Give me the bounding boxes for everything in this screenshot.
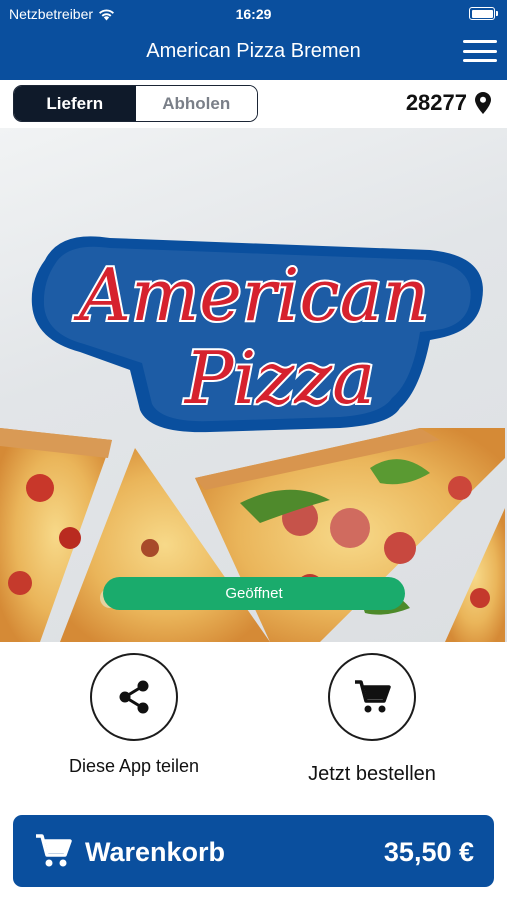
status-badge[interactable]: Geöffnet [103, 577, 405, 610]
location-selector[interactable]: 28277 [406, 90, 491, 116]
top-bar: Netzbetreiber 16:29 American Pizza Breme… [0, 0, 507, 80]
share-icon [119, 680, 149, 714]
tab-abholen[interactable]: Abholen [135, 86, 257, 121]
logo-line2: Pizza [183, 336, 375, 420]
battery-icon [469, 7, 498, 20]
order-button[interactable] [328, 653, 416, 741]
status-bar: Netzbetreiber 16:29 [0, 0, 507, 28]
cart-total: 35,50 € [383, 837, 474, 867]
zip-code: 28277 [405, 90, 467, 115]
status-time: 16:29 [235, 6, 272, 22]
order-label: Jetzt bestellen [308, 763, 436, 785]
tab-liefern[interactable]: Liefern [14, 86, 136, 121]
share-button[interactable] [90, 653, 178, 741]
order-now-action: Jetzt bestellen [308, 653, 436, 785]
cart-bar[interactable]: Warenkorb 35,50 € [13, 815, 494, 887]
cart-label: Warenkorb [85, 837, 226, 867]
hero-image: American Pizza Geöffnet [0, 128, 507, 642]
page-title: American Pizza Bremen [146, 40, 361, 62]
american-pizza-logo: American Pizza [31, 236, 483, 433]
order-mode-toggle: Liefern Abholen [13, 85, 258, 122]
logo-line1: American [73, 253, 429, 337]
shopping-cart-icon [36, 834, 72, 867]
hamburger-menu-icon[interactable] [463, 38, 497, 64]
share-app-action: Diese App teilen [69, 653, 199, 776]
share-label: Diese App teilen [68, 756, 200, 776]
map-pin-icon [475, 92, 491, 114]
shopping-cart-icon [355, 680, 391, 713]
